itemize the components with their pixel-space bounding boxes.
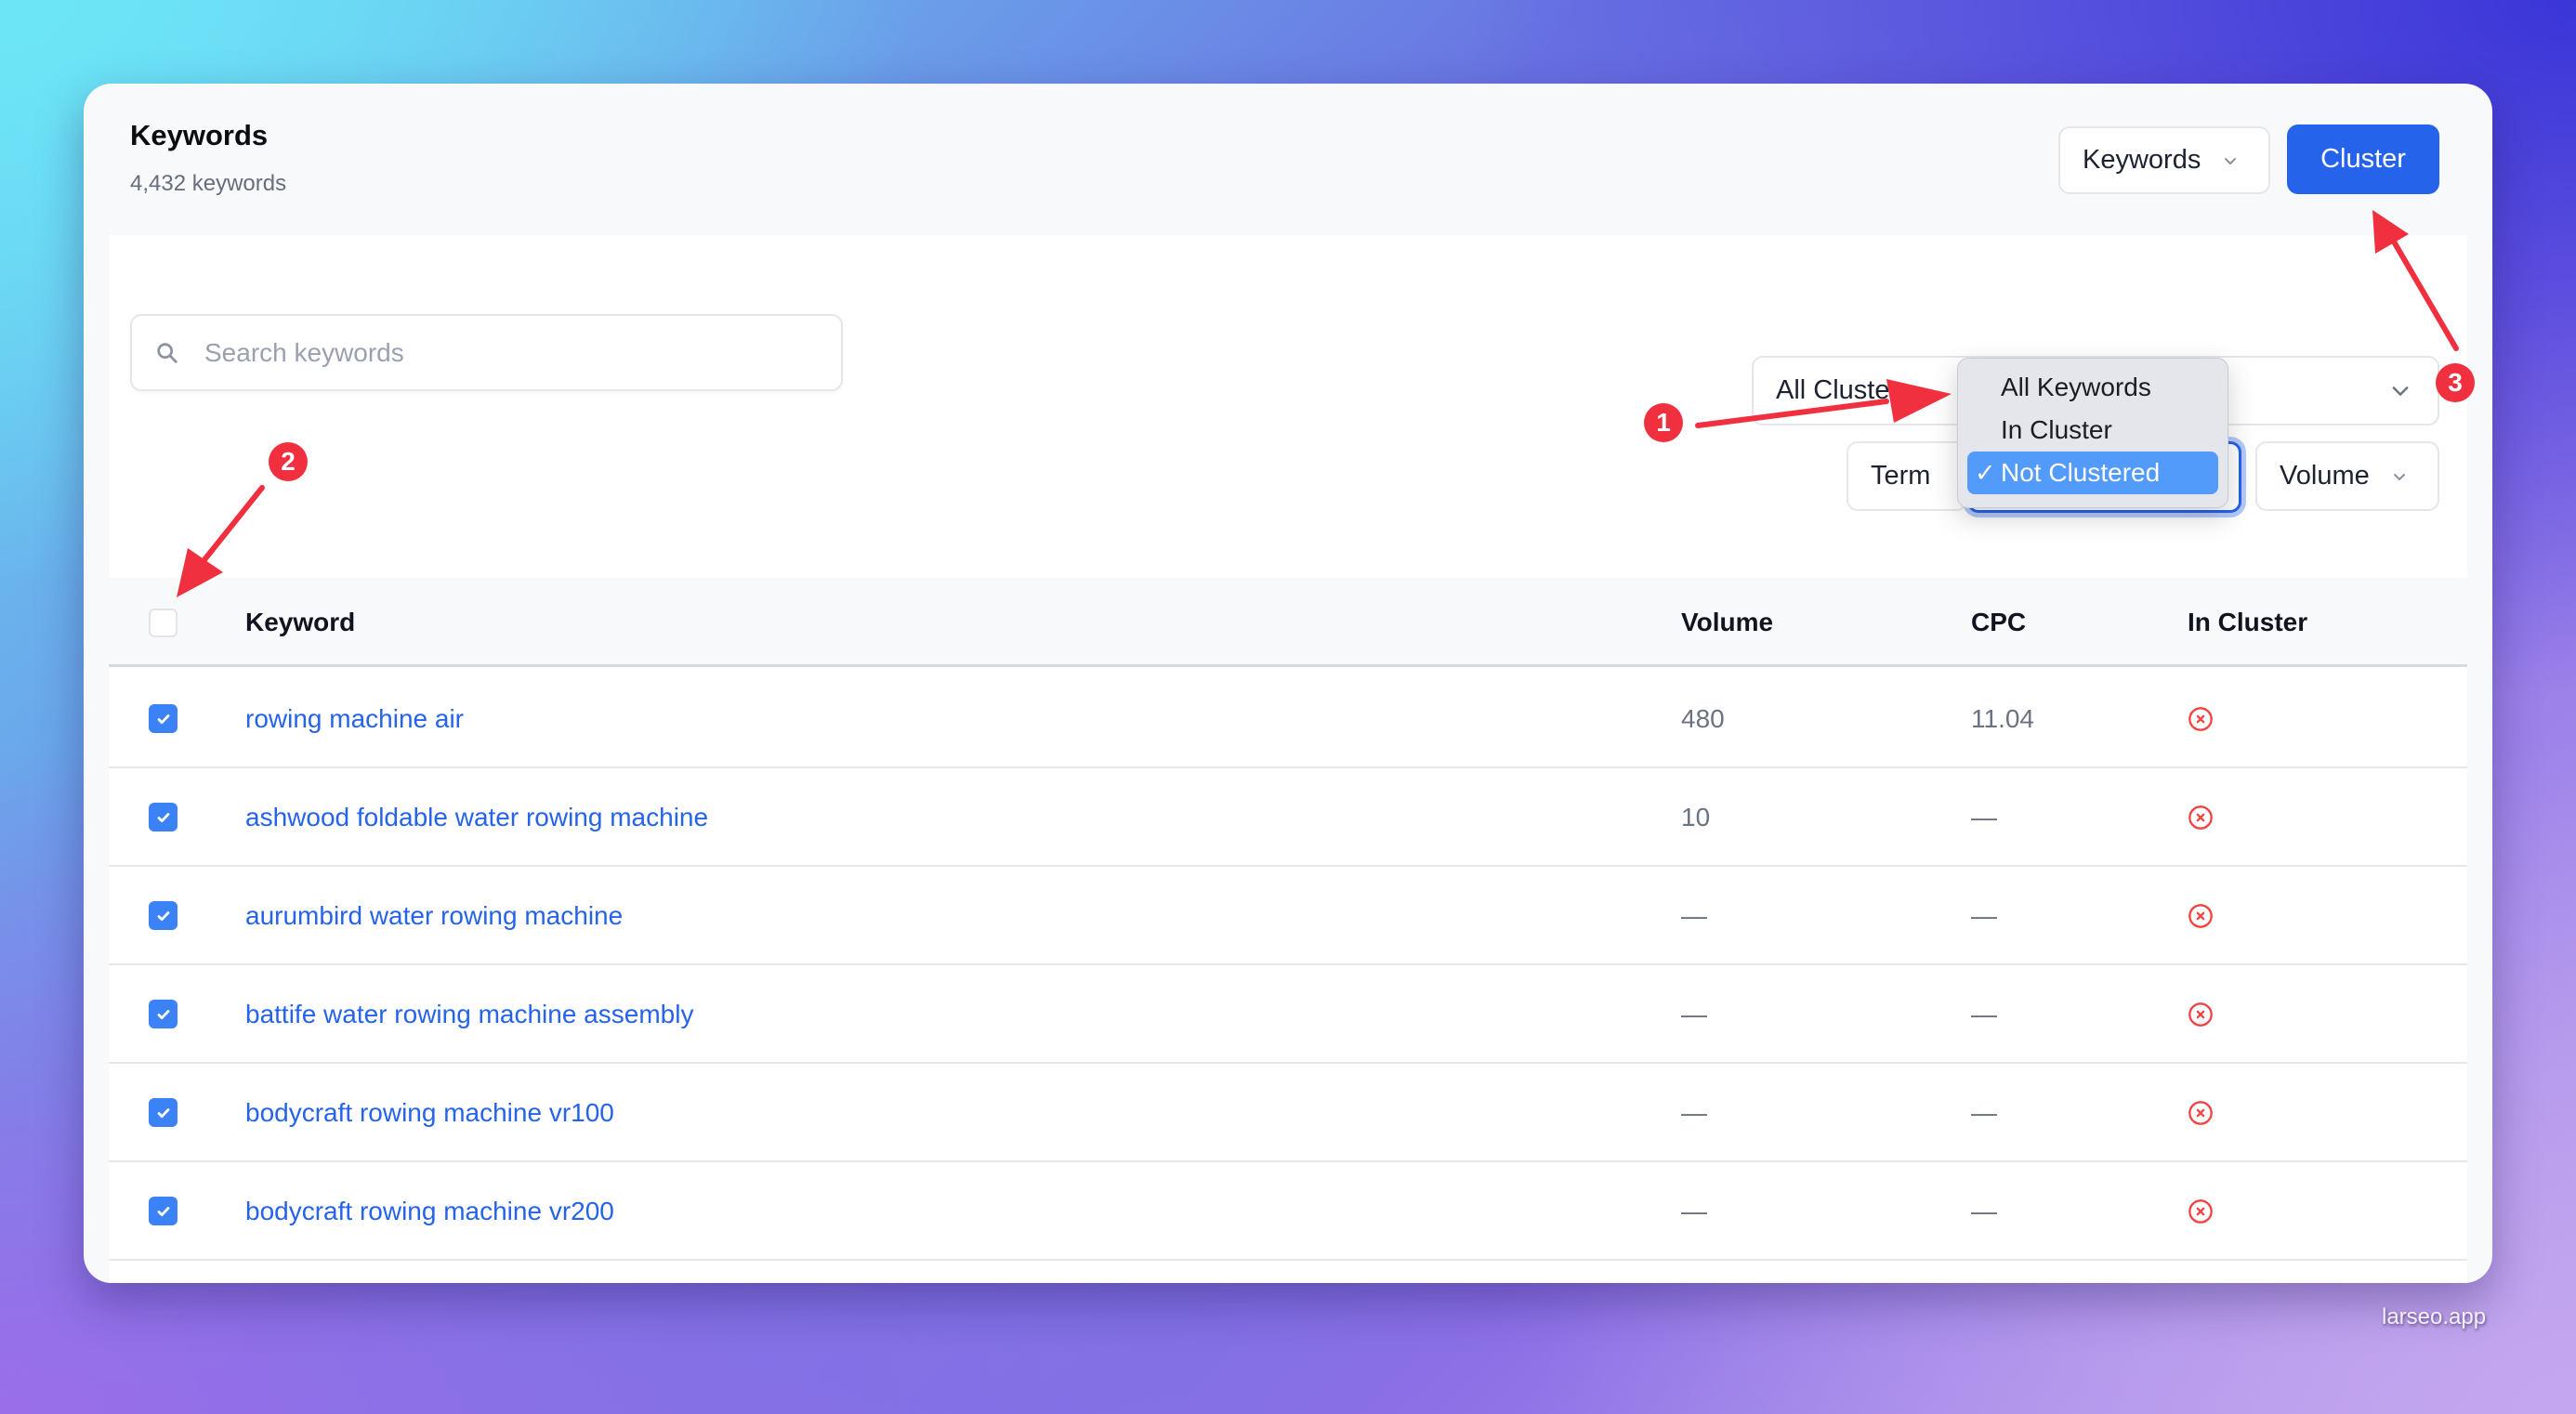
cpc-cell: — bbox=[1971, 1197, 1997, 1225]
row-checkbox[interactable] bbox=[149, 1098, 177, 1127]
menu-item-label: Not Clustered bbox=[2001, 458, 2161, 487]
menu-item-in-cluster[interactable]: In Cluster bbox=[1967, 409, 2218, 452]
table-header: Keyword Volume CPC In Cluster bbox=[109, 578, 2467, 667]
view-select[interactable]: Keywords bbox=[2058, 126, 2270, 194]
select-all-checkbox[interactable] bbox=[149, 609, 177, 637]
cluster-filter-label: All Clusters bbox=[1776, 375, 1912, 405]
column-header-in-cluster[interactable]: In Cluster bbox=[2188, 578, 2307, 667]
keyword-link[interactable]: ashwood foldable water rowing machine bbox=[245, 768, 708, 867]
volume-cell: — bbox=[1681, 1000, 1707, 1028]
keyword-count: 4,432 keywords bbox=[130, 171, 287, 196]
cpc-cell: 11.04 bbox=[1971, 704, 2034, 733]
menu-item-label: All Keywords bbox=[2001, 373, 2151, 401]
table-row: bodycraft rowing machine vr200 — — bbox=[109, 1162, 2467, 1261]
search-icon bbox=[157, 342, 177, 363]
menu-item-not-clustered[interactable]: ✓ Not Clustered bbox=[1967, 452, 2218, 494]
row-checkbox[interactable] bbox=[149, 1000, 177, 1028]
row-checkbox[interactable] bbox=[149, 901, 177, 930]
not-in-cluster-icon bbox=[2188, 1002, 2213, 1027]
in-cluster-cell bbox=[2188, 1064, 2214, 1162]
table-row: ashwood foldable water rowing machine 10 — bbox=[109, 768, 2467, 867]
not-in-cluster-icon bbox=[2188, 707, 2213, 731]
volume-cell: — bbox=[1681, 1261, 1707, 1283]
keyword-link[interactable]: bodycraft rowing machine vr200 bbox=[245, 1162, 614, 1261]
watermark: larseo.app bbox=[2382, 1304, 2487, 1329]
not-in-cluster-icon bbox=[2188, 805, 2213, 830]
not-in-cluster-icon bbox=[2188, 1101, 2213, 1125]
volume-sort-label: Volume bbox=[2280, 461, 2370, 491]
in-cluster-cell bbox=[2188, 965, 2214, 1064]
page-title: Keywords bbox=[130, 119, 269, 151]
table-row: rowing machine air 480 11.04 bbox=[109, 670, 2467, 768]
checkmark-icon bbox=[157, 910, 169, 921]
membership-dropdown-menu: All Keywords In Cluster ✓ Not Clustered bbox=[1957, 358, 2228, 508]
column-header-cpc[interactable]: CPC bbox=[1971, 578, 2026, 667]
chevron-down-icon bbox=[2393, 473, 2405, 480]
in-cluster-cell bbox=[2188, 670, 2214, 768]
annotation-badge-1: 1 bbox=[1644, 403, 1683, 442]
volume-cell: — bbox=[1681, 1197, 1707, 1225]
term-button[interactable]: Term bbox=[1847, 441, 1967, 511]
row-checkbox[interactable] bbox=[149, 1197, 177, 1225]
checkmark-icon bbox=[157, 714, 169, 724]
in-cluster-cell bbox=[2188, 1261, 2214, 1283]
volume-cell: 480 bbox=[1681, 704, 1725, 733]
keywords-panel: All Clusters Term Volume All Keywords In… bbox=[109, 235, 2467, 1283]
cpc-cell: — bbox=[1971, 1000, 1997, 1028]
not-in-cluster-icon bbox=[2188, 904, 2213, 928]
chevron-down-icon bbox=[2225, 157, 2237, 164]
term-button-label: Term bbox=[1871, 461, 1931, 491]
menu-item-all-keywords[interactable]: All Keywords bbox=[1967, 366, 2218, 409]
table-row: aurumbird water rowing machine — — bbox=[109, 867, 2467, 965]
cpc-cell: — bbox=[1971, 901, 1997, 930]
search-box[interactable] bbox=[130, 314, 843, 391]
in-cluster-cell bbox=[2188, 768, 2214, 867]
view-select-label: Keywords bbox=[2083, 145, 2201, 175]
checkmark-icon bbox=[157, 1009, 169, 1019]
volume-cell: 10 bbox=[1681, 803, 1711, 831]
volume-cell: — bbox=[1681, 901, 1707, 930]
checkmark-icon bbox=[157, 812, 169, 822]
chevron-down-icon bbox=[2392, 386, 2409, 396]
cpc-cell: — bbox=[1971, 803, 1997, 831]
row-checkbox[interactable] bbox=[149, 803, 177, 831]
checkmark-icon bbox=[157, 1107, 169, 1118]
volume-sort-select[interactable]: Volume bbox=[2255, 441, 2439, 511]
keyword-link[interactable]: bodymax water rowing machine bbox=[245, 1261, 611, 1283]
volume-cell: — bbox=[1681, 1098, 1707, 1127]
column-header-keyword[interactable]: Keyword bbox=[245, 578, 355, 667]
checkmark-icon: ✓ bbox=[1975, 458, 1996, 487]
cpc-cell: — bbox=[1971, 1261, 1997, 1283]
row-checkbox[interactable] bbox=[149, 704, 177, 733]
annotation-badge-3: 3 bbox=[2436, 363, 2475, 402]
column-header-volume[interactable]: Volume bbox=[1681, 578, 1773, 667]
cpc-cell: — bbox=[1971, 1098, 1997, 1127]
table-row: bodycraft rowing machine vr100 — — bbox=[109, 1064, 2467, 1162]
table-row: battife water rowing machine assembly — — bbox=[109, 965, 2467, 1064]
not-in-cluster-icon bbox=[2188, 1199, 2213, 1224]
in-cluster-cell bbox=[2188, 867, 2214, 965]
table-row: bodymax water rowing machine — — bbox=[109, 1261, 2467, 1283]
keyword-link[interactable]: aurumbird water rowing machine bbox=[245, 867, 623, 965]
menu-item-label: In Cluster bbox=[2001, 415, 2112, 444]
keyword-link[interactable]: rowing machine air bbox=[245, 670, 464, 768]
keyword-link[interactable]: battife water rowing machine assembly bbox=[245, 965, 693, 1064]
keyword-link[interactable]: bodycraft rowing machine vr100 bbox=[245, 1064, 614, 1162]
in-cluster-cell bbox=[2188, 1162, 2214, 1261]
annotation-badge-2: 2 bbox=[269, 442, 308, 481]
search-input[interactable] bbox=[204, 337, 762, 368]
checkmark-icon bbox=[157, 1206, 169, 1216]
cluster-button[interactable]: Cluster bbox=[2287, 124, 2439, 194]
keywords-card: Keywords 4,432 keywords Keywords Cluster… bbox=[84, 84, 2492, 1283]
